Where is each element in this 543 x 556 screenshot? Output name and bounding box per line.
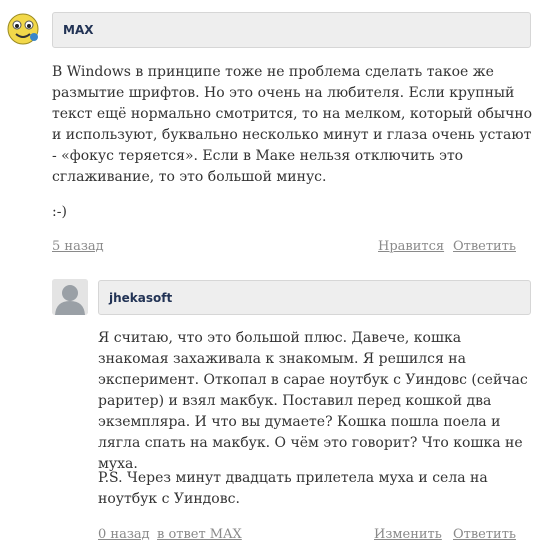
comment-author[interactable]: MAX bbox=[52, 12, 531, 48]
avatar[interactable] bbox=[52, 279, 88, 315]
reply-link[interactable]: Ответить bbox=[453, 239, 516, 254]
default-user-icon bbox=[52, 279, 88, 315]
edit-link[interactable]: Изменить bbox=[374, 527, 442, 542]
reply-link[interactable]: Ответить bbox=[453, 527, 516, 542]
avatar[interactable] bbox=[6, 12, 40, 46]
comment-body: Я считаю, что это большой плюс. Давече, … bbox=[98, 330, 528, 472]
comment-time-link[interactable]: 5 назад bbox=[52, 239, 104, 254]
author-name[interactable]: MAX bbox=[63, 23, 93, 37]
comment-time-link[interactable]: 0 назад bbox=[98, 527, 150, 542]
comment-ps: P.S. Через минут двадцать прилетела муха… bbox=[98, 470, 488, 507]
smiley-avatar-icon bbox=[7, 13, 39, 45]
comment-body: В Windows в принципе тоже не проблема сд… bbox=[52, 64, 533, 185]
like-link[interactable]: Нравится bbox=[378, 239, 444, 254]
comment-smiley: :-) bbox=[52, 204, 67, 220]
comment-author[interactable]: jhekasoft bbox=[98, 280, 531, 315]
in-reply-to-link[interactable]: в ответ MAX bbox=[157, 527, 242, 542]
author-name[interactable]: jhekasoft bbox=[109, 291, 172, 305]
